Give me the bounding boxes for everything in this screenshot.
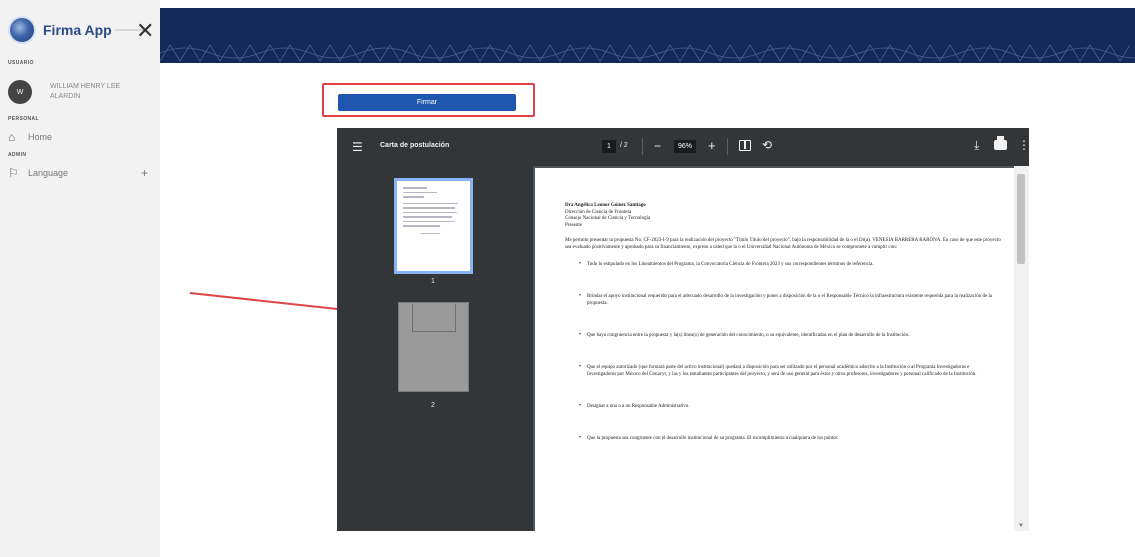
toolbar-divider	[642, 138, 643, 155]
list-item-text: Que la propuesta sea congruente con el d…	[587, 436, 838, 441]
sidebar-item-language[interactable]: ⚐ Language +	[0, 158, 160, 188]
document-title: Carta de postulación	[380, 142, 450, 149]
pdf-toolbar: ☰ Carta de postulación 1 / 2 − 96% + ⟲ ⤓…	[337, 128, 1029, 166]
scrollbar[interactable]: ▼	[1014, 166, 1029, 531]
pdf-viewer: ☰ Carta de postulación 1 / 2 − 96% + ⟲ ⤓…	[337, 128, 1029, 531]
toolbar-divider	[727, 138, 728, 155]
list-item: • Que el equipo autorizado (que formará p…	[579, 364, 999, 378]
header-banner	[160, 8, 1135, 63]
user-profile[interactable]: W WILLIAM HENRY LEE ALARDIN	[0, 66, 160, 116]
flag-icon: ⚐	[8, 166, 19, 180]
page-thumbnail-1[interactable]	[394, 178, 473, 274]
addressee-block: Dra Angélica Leonor Gómez Santiago Direc…	[565, 203, 1010, 229]
addressee-line: Presente	[565, 222, 582, 228]
intro-paragraph: Me permito presentar la propuesta No. CF…	[565, 238, 1001, 250]
list-item-text: Todo lo estipulado en los Lineamientos d…	[587, 262, 874, 267]
sidebar-item-label: Home	[28, 132, 53, 142]
sidebar: Firma App ✕ USUARIO W WILLIAM HENRY LEE …	[0, 0, 160, 557]
sign-button-highlight: Firmar	[322, 83, 535, 117]
list-item: • Designar a una o a un Responsable Admin…	[579, 403, 999, 410]
zoom-in-icon[interactable]: +	[708, 138, 716, 153]
home-icon: ⌂	[8, 130, 16, 144]
annotation-arrow	[189, 292, 350, 311]
user-name: WILLIAM HENRY LEE ALARDIN	[50, 83, 121, 100]
list-item: • Que haya congruencia entre la propuesta…	[579, 332, 999, 339]
list-item-text: Brindar el apoyo institucional requerido…	[587, 294, 993, 306]
avatar: W	[8, 80, 32, 104]
app-logo-icon	[8, 16, 36, 44]
zoom-level-input[interactable]: 96%	[674, 140, 696, 153]
list-item-text: Que el equipo autorizado (que formará pa…	[587, 365, 977, 377]
page-number-input[interactable]: 1	[602, 140, 616, 153]
page-thumbnail-2[interactable]	[398, 302, 469, 392]
page-total: / 2	[620, 142, 628, 149]
document-page: Dra Angélica Leonor Gómez Santiago Direc…	[535, 168, 1029, 531]
sign-button[interactable]: Firmar	[338, 94, 516, 111]
more-options-icon[interactable]: ⋮	[1018, 138, 1029, 152]
scroll-thumb[interactable]	[1017, 174, 1025, 264]
decorative-pattern	[160, 44, 1135, 62]
fit-page-icon[interactable]	[739, 140, 751, 151]
app-window: Firma App ✕ USUARIO W WILLIAM HENRY LEE …	[0, 0, 1135, 557]
scroll-down-icon[interactable]: ▼	[1018, 523, 1024, 529]
menu-icon[interactable]: ☰	[352, 140, 363, 154]
sidebar-item-label: Language	[28, 168, 69, 178]
list-item: • Todo lo estipulado en los Lineamientos …	[579, 261, 999, 268]
thumbnail-sidebar: 1 2	[337, 166, 533, 531]
list-item: • Brindar el apoyo institucional requerid…	[579, 293, 999, 307]
list-item-text: Que haya congruencia entre la propuesta …	[587, 333, 910, 338]
thumbnail-shape	[412, 304, 456, 332]
download-icon[interactable]: ⤓	[974, 138, 979, 153]
brand-name: Firma App	[43, 22, 112, 38]
expand-plus-icon[interactable]: +	[141, 166, 148, 180]
list-item-text: Designar a una o a un Responsable Admini…	[587, 404, 690, 409]
list-item: • Que la propuesta sea congruente con el …	[579, 435, 999, 442]
thumbnail-label: 2	[431, 402, 435, 409]
print-icon[interactable]	[994, 136, 1007, 150]
thumbnail-label: 1	[431, 278, 435, 285]
rotate-icon[interactable]: ⟲	[762, 138, 772, 152]
sidebar-item-home[interactable]: ⌂ Home	[0, 122, 160, 152]
zoom-out-icon[interactable]: −	[654, 139, 661, 153]
close-icon[interactable]: ✕	[136, 20, 154, 42]
